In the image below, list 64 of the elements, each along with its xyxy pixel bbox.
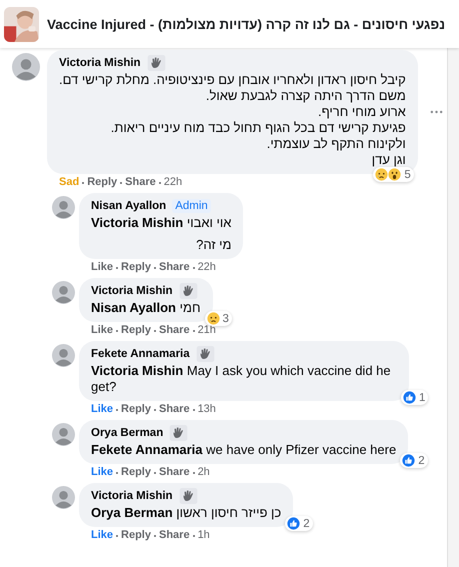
like-icon	[402, 454, 416, 467]
reply-link[interactable]: Reply	[121, 324, 151, 337]
share-link[interactable]: Share	[158, 403, 190, 416]
reaction-link[interactable]: Like	[91, 403, 114, 416]
avatar[interactable]	[52, 423, 75, 446]
comment-text: קיבל חיסון ראדון ולאחריו אובחן עם פינציטופיה. מחלת קרישי דם. משם הדרך היתה קצרה לגבעת שאול. ארוע מוחי חריף. פגיעת קרישי דם בכל הגוף תחול כבד מוח עיניים ריאות. ולקינוח התקף לב עוצמתי. וגן עדן	[59, 72, 406, 168]
author-name[interactable]: Nisan Ayallon	[91, 200, 166, 212]
share-link[interactable]: Share	[158, 529, 190, 542]
mention-link[interactable]: Fekete Annamaria	[91, 442, 203, 457]
reaction-link[interactable]: Like	[91, 529, 114, 542]
reaction-count[interactable]: 3	[204, 311, 232, 326]
avatar[interactable]	[52, 486, 75, 509]
timestamp[interactable]: 1h	[198, 529, 210, 542]
mention-link[interactable]: Victoria Mishin	[91, 215, 184, 230]
sad-emoji-icon	[375, 168, 388, 181]
mention-link[interactable]: Nisan Ayallon	[91, 300, 176, 315]
author-name[interactable]: Victoria Mishin	[91, 490, 173, 502]
waving-hand-icon	[178, 283, 198, 299]
timestamp[interactable]: 22h	[164, 176, 182, 189]
reply-link[interactable]: Reply	[87, 176, 118, 189]
reply-link[interactable]: Reply	[121, 403, 151, 416]
timestamp[interactable]: 21h	[198, 324, 216, 337]
share-link[interactable]: Share	[158, 466, 190, 479]
avatar[interactable]	[12, 53, 40, 81]
admin-badge: Admin	[172, 199, 211, 213]
avatar[interactable]	[52, 196, 75, 219]
reaction-count[interactable]: 1	[401, 390, 428, 405]
share-link[interactable]: Share	[158, 261, 190, 274]
comment-text: מי זה?	[195, 237, 232, 253]
waving-hand-icon	[196, 346, 215, 362]
reaction-link[interactable]: Like	[91, 466, 114, 479]
reaction-link[interactable]: Like	[91, 324, 114, 337]
comment-text: Fekete Annamaria we have only Pfizer vaccine here	[91, 442, 396, 458]
sad-emoji-icon	[206, 312, 220, 325]
reaction-count[interactable]: 5	[373, 167, 414, 182]
reaction-link[interactable]: Like	[91, 261, 114, 274]
avatar[interactable]	[52, 344, 75, 367]
group-title[interactable]: נפגעי חיסונים - גם לנו זה קרה (עדויות מצולמות) - Vaccine Injured	[47, 16, 446, 32]
timestamp[interactable]: 13h	[198, 403, 216, 416]
reaction-count[interactable]: 2	[285, 516, 313, 531]
waving-hand-icon	[146, 55, 166, 71]
author-name[interactable]: Victoria Mishin	[91, 285, 173, 297]
reaction-count[interactable]: 2	[400, 453, 428, 468]
scrollbar[interactable]	[447, 48, 459, 567]
reply-link[interactable]: Reply	[121, 261, 151, 274]
mention-link[interactable]: Victoria Mishin	[91, 363, 184, 378]
timestamp[interactable]: 22h	[198, 261, 216, 274]
like-icon	[403, 391, 416, 404]
author-name[interactable]: Orya Berman	[91, 427, 164, 439]
reply-link[interactable]: Reply	[121, 529, 151, 542]
author-name[interactable]: Fekete Annamaria	[91, 348, 190, 360]
author-name[interactable]: Victoria Mishin	[59, 57, 141, 69]
more-options-icon[interactable]	[430, 110, 443, 114]
timestamp[interactable]: 2h	[198, 466, 210, 479]
reply-link[interactable]: Reply	[121, 466, 151, 479]
avatar[interactable]	[52, 281, 75, 304]
mention-link[interactable]: Orya Berman	[91, 505, 173, 520]
waving-hand-icon	[169, 425, 188, 441]
like-icon	[287, 517, 300, 530]
share-link[interactable]: Share	[158, 324, 190, 337]
share-link[interactable]: Share	[125, 176, 156, 189]
comment-text: Victoria Mishin May I ask you which vaccine did he get?	[91, 363, 392, 395]
waving-hand-icon	[178, 488, 198, 504]
wow-emoji-icon	[388, 168, 402, 181]
